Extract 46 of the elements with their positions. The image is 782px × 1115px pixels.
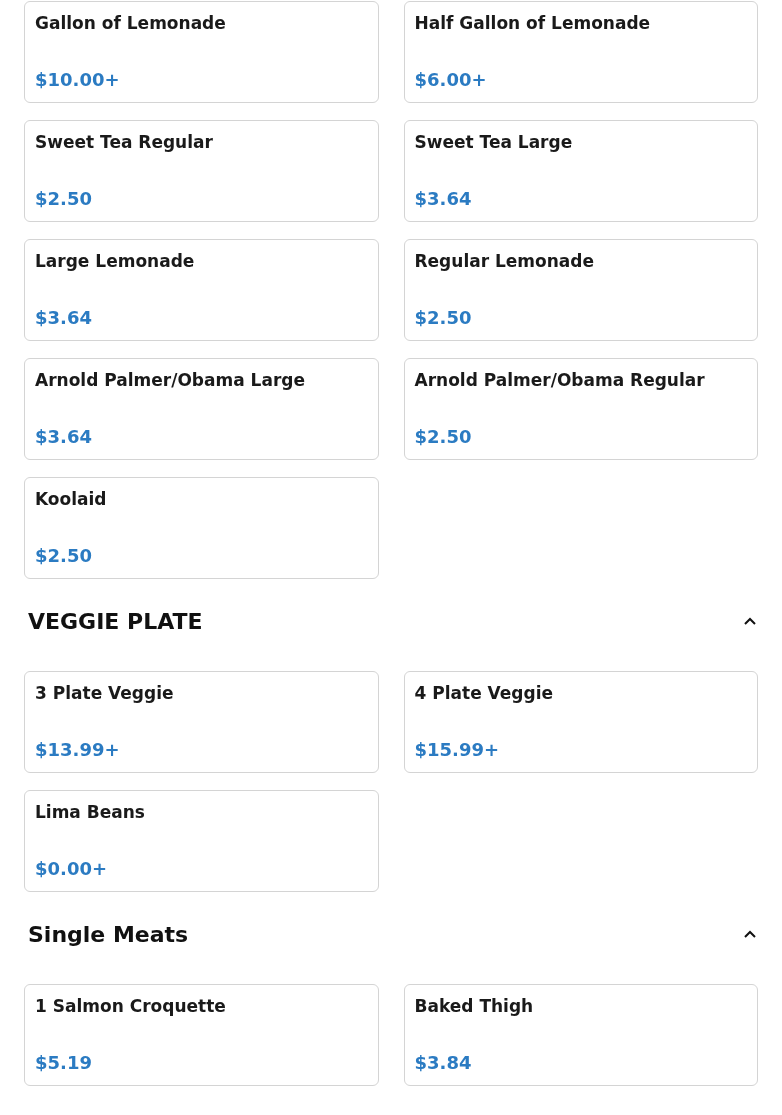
item-name: 3 Plate Veggie [35, 682, 175, 704]
item-price: $5.19 [35, 1052, 93, 1074]
item-price: $2.50 [414, 426, 473, 448]
menu-item-card[interactable]: 1 Salmon Croquette $5.19 [24, 984, 379, 1086]
item-name: Koolaid [35, 488, 108, 510]
item-price: $6.00+ [414, 69, 488, 91]
menu-item-card[interactable]: Sweet Tea Regular $2.50 [24, 120, 379, 222]
item-price: $10.00+ [35, 69, 121, 91]
item-name: Gallon of Lemonade [35, 12, 227, 34]
item-name: Sweet Tea Regular [35, 131, 214, 153]
item-price: $13.99+ [35, 739, 121, 761]
chevron-icon[interactable] [743, 929, 757, 939]
item-price: $3.64 [414, 188, 473, 210]
menu-item-card[interactable]: Arnold Palmer/Obama Large $3.64 [24, 358, 379, 460]
item-name: 4 Plate Veggie [414, 682, 555, 704]
item-price: $15.99+ [414, 739, 501, 761]
item-price: $3.84 [414, 1052, 473, 1074]
section-heading: VEGGIE PLATE [28, 607, 203, 636]
item-name: Baked Thigh [414, 995, 535, 1017]
menu-item-card[interactable]: Sweet Tea Large $3.64 [403, 120, 758, 222]
menu-item-card[interactable]: Lima Beans $0.00+ [24, 790, 379, 892]
item-name: Sweet Tea Large [414, 131, 574, 153]
item-name: Arnold Palmer/Obama Large [35, 369, 306, 391]
menu-item-card[interactable]: Half Gallon of Lemonade $6.00+ [403, 1, 758, 103]
chevron-icon[interactable] [743, 616, 757, 626]
menu-item-card[interactable]: 4 Plate Veggie $15.99+ [403, 671, 758, 773]
section-heading: Single Meats [28, 920, 189, 949]
item-price: $2.50 [414, 307, 473, 329]
item-name: Half Gallon of Lemonade [414, 12, 652, 34]
menu-item-card[interactable]: 3 Plate Veggie $13.99+ [24, 671, 379, 773]
item-name: Arnold Palmer/Obama Regular [414, 369, 706, 391]
menu-item-card[interactable]: Large Lemonade $3.64 [24, 239, 379, 341]
menu-item-card[interactable]: Koolaid $2.50 [24, 477, 379, 579]
item-name: Lima Beans [35, 801, 146, 823]
menu-item-card[interactable]: Gallon of Lemonade $10.00+ [24, 1, 379, 103]
item-price: $3.64 [35, 426, 93, 448]
item-name: Large Lemonade [35, 250, 196, 272]
item-price: $2.50 [35, 545, 93, 567]
item-name: 1 Salmon Croquette [35, 995, 227, 1017]
item-price: $3.64 [35, 307, 93, 329]
menu-item-card[interactable]: Regular Lemonade $2.50 [403, 239, 758, 341]
item-price: $0.00+ [35, 858, 109, 880]
item-name: Regular Lemonade [414, 250, 596, 272]
menu-item-card[interactable]: Baked Thigh $3.84 [403, 984, 758, 1086]
menu-item-card[interactable]: Arnold Palmer/Obama Regular $2.50 [403, 358, 758, 460]
item-price: $2.50 [35, 188, 93, 210]
